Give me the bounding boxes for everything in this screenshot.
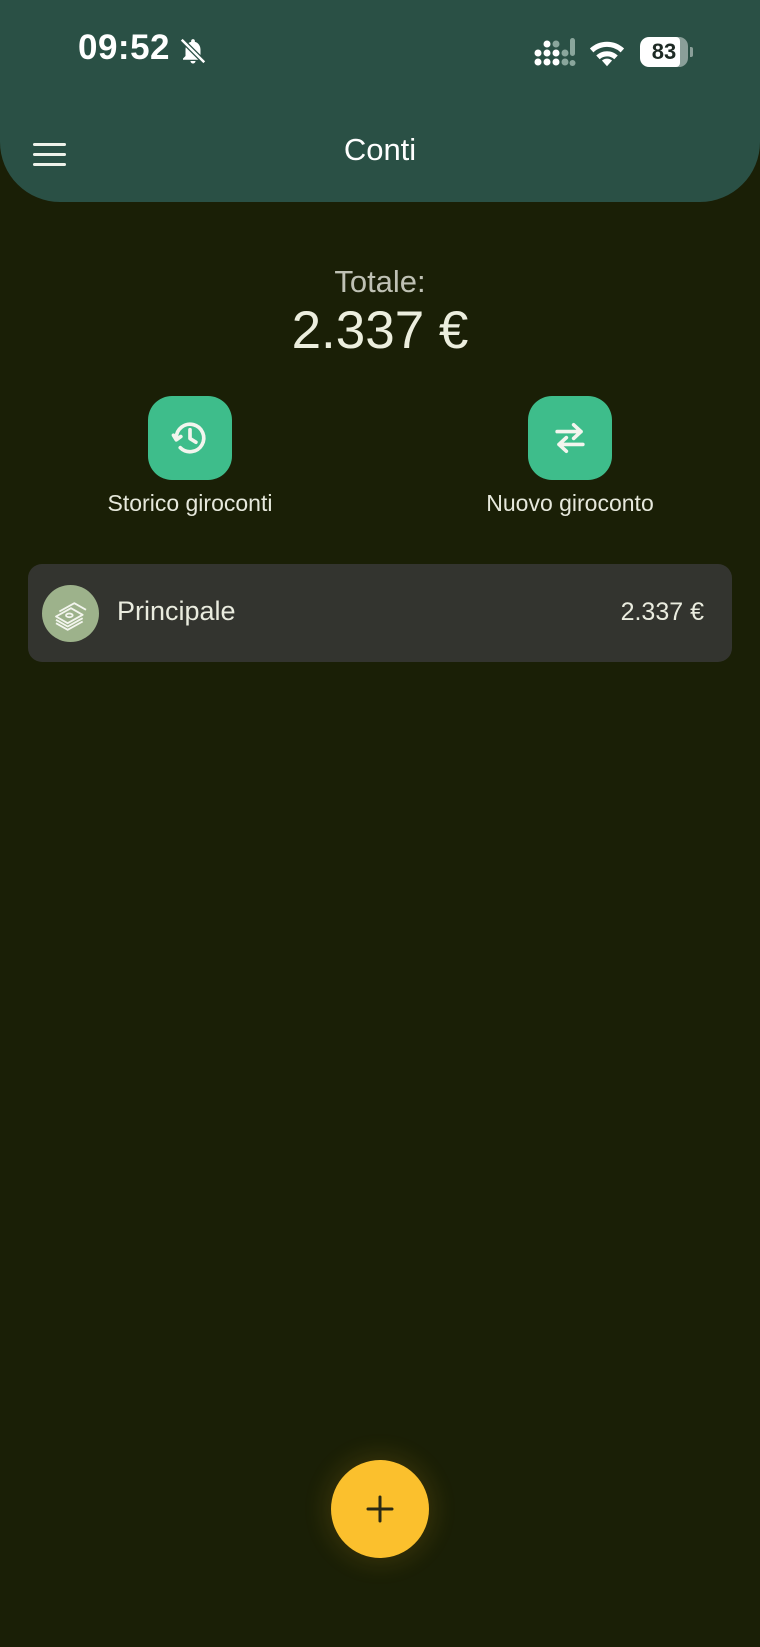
plus-icon [366,1495,394,1523]
total-value: 2.337 € [291,301,469,360]
total-label: Totale: [334,264,426,299]
app-header: 09:52 83 Conti [0,0,760,202]
history-icon [171,422,206,454]
signal-icon [534,38,576,66]
bell-off-icon [179,37,207,65]
add-account-button[interactable] [331,1460,429,1558]
page-title: Conti [343,132,417,167]
battery-indicator: 83 [640,37,693,67]
new-transfer-label: Nuovo giroconto [486,490,654,516]
transfer-history-icon-button[interactable] [148,396,232,480]
new-transfer-button[interactable]: Nuovo giroconto [450,396,690,517]
account-amount: 2.337 € [620,598,704,626]
accounts-screen: 09:52 83 Conti Totale: 2.337 € Storico g… [0,0,760,1647]
account-row-principale[interactable]: Principale 2.337 € [28,564,732,662]
transfer-history-button[interactable]: Storico giroconti [70,396,310,517]
account-avatar [42,585,99,642]
cash-icon [54,601,86,631]
transfer-arrows-icon [555,422,585,454]
status-time: 09:52 [78,28,171,67]
transfer-history-label: Storico giroconti [107,490,273,516]
battery-level: 83 [651,39,677,64]
wifi-icon [589,41,625,67]
new-transfer-icon-button[interactable] [528,396,612,480]
account-name: Principale [117,596,236,626]
